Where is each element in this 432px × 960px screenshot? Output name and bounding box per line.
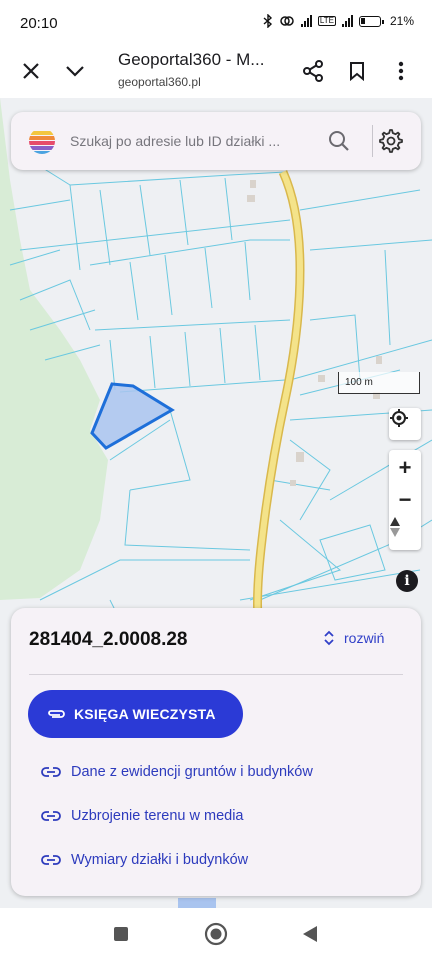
- zoom-out-button[interactable]: −: [389, 484, 421, 516]
- link-utilities[interactable]: Uzbrojenie terenu w media: [41, 808, 243, 824]
- network-type: LTE: [317, 16, 336, 26]
- link-label: Uzbrojenie terenu w media: [71, 808, 244, 824]
- link-icon: [41, 767, 61, 777]
- scale-label: 100 m: [345, 377, 373, 388]
- chevron-down-icon: [66, 66, 84, 77]
- bluetooth-icon: [263, 14, 272, 28]
- search-input[interactable]: Szukaj po adresie lub ID działki ...: [70, 133, 280, 149]
- more-button[interactable]: [386, 56, 416, 86]
- signal-icon-2: [341, 15, 353, 27]
- parcel-id: 281404_2.0008.28: [29, 629, 188, 650]
- battery-level: 21%: [389, 14, 414, 28]
- status-icons: LTE 21%: [263, 14, 414, 28]
- page-url: geoportal360.pl: [118, 75, 201, 89]
- link-land-records[interactable]: Dane z ewidencji gruntów i budynków: [41, 764, 313, 780]
- search-divider: [372, 125, 373, 157]
- my-location-icon: [390, 409, 408, 427]
- share-icon: [303, 60, 323, 82]
- expand-label: rozwiń: [344, 630, 385, 646]
- unfold-icon: [324, 630, 334, 646]
- link-label: Wymiary działki i budynków: [71, 852, 249, 868]
- info-button[interactable]: i: [396, 570, 418, 592]
- selected-parcel: [90, 382, 175, 450]
- zoom-in-button[interactable]: +: [389, 452, 421, 484]
- bookmark-icon: [350, 62, 364, 81]
- forest-area: [0, 98, 108, 600]
- parcel-card: 281404_2.0008.28 rozwiń KSIĘGA WIECZYSTA…: [11, 608, 421, 896]
- geoportal-logo: [29, 128, 55, 154]
- system-nav-bar: [0, 908, 432, 960]
- land-register-button[interactable]: KSIĘGA WIECZYSTA: [28, 690, 243, 738]
- share-button[interactable]: [298, 56, 328, 86]
- compass-icon: [390, 517, 400, 537]
- gear-icon[interactable]: [378, 128, 404, 154]
- link-icon: [41, 811, 61, 821]
- bookmark-button[interactable]: [342, 56, 372, 86]
- page-title: Geoportal360 - M...: [118, 50, 265, 69]
- compass-button[interactable]: [389, 516, 421, 548]
- recents-button[interactable]: [109, 922, 133, 946]
- signal-icon: [300, 15, 312, 27]
- more-vert-icon: [398, 61, 404, 81]
- search-icon[interactable]: [327, 129, 351, 153]
- expand-button[interactable]: rozwiń: [324, 630, 384, 646]
- square-icon: [114, 927, 128, 941]
- close-icon: [23, 63, 39, 79]
- home-button[interactable]: [204, 922, 228, 946]
- land-register-label: KSIĘGA WIECZYSTA: [74, 706, 216, 722]
- link-dimensions[interactable]: Wymiary działki i budynków: [41, 852, 248, 868]
- close-button[interactable]: [16, 56, 46, 86]
- home-circle-icon: [204, 922, 228, 946]
- link-icon: [41, 855, 61, 865]
- back-button[interactable]: [298, 922, 322, 946]
- expand-tabs-button[interactable]: [60, 56, 90, 86]
- scale-bar: 100 m: [338, 372, 420, 394]
- locate-button[interactable]: [389, 408, 421, 440]
- status-bar: 20:10 LTE 21%: [0, 0, 432, 46]
- road: [253, 170, 305, 621]
- paperclip-icon: [48, 710, 65, 718]
- link-icon: [280, 16, 294, 26]
- back-triangle-icon: [303, 926, 317, 942]
- search-bar[interactable]: Szukaj po adresie lub ID działki ...: [11, 112, 421, 170]
- zoom-controls: + −: [389, 450, 421, 550]
- browser-toolbar: Geoportal360 - M... geoportal360.pl: [0, 46, 432, 98]
- battery-icon: [358, 15, 384, 27]
- card-divider: [29, 674, 403, 675]
- buildings: [247, 180, 382, 486]
- link-label: Dane z ewidencji gruntów i budynków: [71, 764, 313, 780]
- status-time: 20:10: [20, 15, 58, 32]
